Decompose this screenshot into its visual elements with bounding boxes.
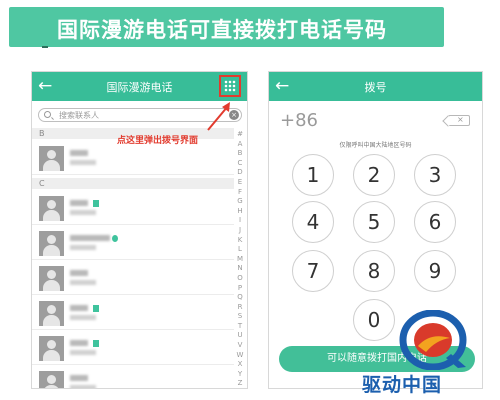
dial-key-8[interactable]: 8 xyxy=(353,250,395,292)
avatar xyxy=(39,146,64,171)
index-letter[interactable]: F xyxy=(235,188,245,198)
dial-key-7[interactable]: 7 xyxy=(292,250,334,292)
screenshot-stage: 国际漫游电话可直接拨打电话号码 ← 国际漫游电话 搜索联系人 × B 点这里弹出… xyxy=(0,0,500,400)
redacted-name xyxy=(70,150,88,156)
redacted-name xyxy=(70,375,88,381)
backspace-icon[interactable]: × xyxy=(448,115,470,126)
dial-key-1[interactable]: 1 xyxy=(292,154,334,196)
index-letter[interactable]: # xyxy=(235,130,245,140)
banner-tick xyxy=(42,46,48,48)
avatar xyxy=(39,336,64,361)
avatar xyxy=(39,231,64,256)
watermark-text: 驱动中国 xyxy=(362,374,443,396)
index-letter[interactable]: K xyxy=(235,236,245,246)
dial-key-2[interactable]: 2 xyxy=(353,154,395,196)
index-letter[interactable]: M xyxy=(235,255,245,265)
contact-row[interactable] xyxy=(32,296,234,330)
contacts-title: 国际漫游电话 xyxy=(106,81,173,94)
index-letter[interactable]: A xyxy=(235,140,245,150)
roaming-badge-icon xyxy=(93,200,99,207)
index-letter[interactable]: T xyxy=(235,322,245,332)
index-letter[interactable]: G xyxy=(235,197,245,207)
contact-row[interactable] xyxy=(32,191,234,225)
dial-key-0[interactable]: 0 xyxy=(353,299,395,341)
search-placeholder: 搜索联系人 xyxy=(59,111,99,120)
contact-row[interactable] xyxy=(32,261,234,295)
contacts-titlebar: ← 国际漫游电话 xyxy=(32,72,247,101)
contact-row[interactable] xyxy=(32,141,234,175)
index-letter[interactable]: X xyxy=(235,360,245,370)
index-letter[interactable]: S xyxy=(235,312,245,322)
redacted-number xyxy=(70,315,96,320)
index-letter[interactable]: L xyxy=(235,245,245,255)
contacts-screen: ← 国际漫游电话 搜索联系人 × B 点这里弹出拨号界面 C # A B C D… xyxy=(31,71,248,389)
avatar xyxy=(39,371,64,388)
dialer-titlebar: ← 拨号 xyxy=(269,72,482,101)
index-letter[interactable]: B xyxy=(235,149,245,159)
dialer-title: 拨号 xyxy=(364,81,387,94)
index-letter[interactable]: Z xyxy=(235,379,245,388)
roaming-badge-icon xyxy=(112,235,118,242)
index-letter[interactable]: J xyxy=(235,226,245,236)
avatar xyxy=(39,301,64,326)
index-letter[interactable]: R xyxy=(235,303,245,313)
dialer-hint: 仅限呼叫中国大陆地区号码 xyxy=(339,142,412,149)
contact-row[interactable] xyxy=(32,226,234,260)
redacted-number xyxy=(70,385,96,388)
index-letter[interactable]: H xyxy=(235,207,245,217)
index-letter[interactable]: W xyxy=(235,351,245,361)
index-letter[interactable]: Q xyxy=(235,293,245,303)
alphabet-index[interactable]: # A B C D E F G H I J K L M N O P Q R S T U V W X Y Z xyxy=(235,130,245,388)
avatar xyxy=(39,266,64,291)
search-icon xyxy=(44,111,51,118)
section-header-c: C xyxy=(32,178,234,189)
redacted-name xyxy=(70,305,88,311)
redacted-number xyxy=(70,280,96,285)
roaming-badge-icon xyxy=(93,305,99,312)
index-letter[interactable]: Y xyxy=(235,370,245,380)
country-prefix: +86 xyxy=(280,110,318,131)
index-letter[interactable]: C xyxy=(235,159,245,169)
contact-row[interactable] xyxy=(32,331,234,365)
dial-key-4[interactable]: 4 xyxy=(292,201,334,243)
redacted-name xyxy=(70,235,110,241)
dialpad-grid-button[interactable] xyxy=(219,75,241,97)
index-letter[interactable]: D xyxy=(235,168,245,178)
index-letter[interactable]: E xyxy=(235,178,245,188)
index-letter[interactable]: U xyxy=(235,331,245,341)
index-letter[interactable]: N xyxy=(235,264,245,274)
dialpad-grid-icon xyxy=(224,80,236,92)
redacted-name xyxy=(70,270,88,276)
index-letter[interactable]: P xyxy=(235,284,245,294)
dial-key-5[interactable]: 5 xyxy=(353,201,395,243)
contact-row[interactable] xyxy=(32,366,234,388)
redacted-number xyxy=(70,350,96,355)
avatar xyxy=(39,196,64,221)
redacted-number xyxy=(70,160,96,165)
dial-key-9[interactable]: 9 xyxy=(414,250,456,292)
index-letter[interactable]: I xyxy=(235,216,245,226)
watermark-logo-icon xyxy=(399,310,467,370)
redacted-name xyxy=(70,200,88,206)
roaming-badge-icon xyxy=(93,340,99,347)
dial-key-3[interactable]: 3 xyxy=(414,154,456,196)
redacted-name xyxy=(70,340,88,346)
headline-banner: 国际漫游电话可直接拨打电话号码 xyxy=(9,7,444,47)
headline-text: 国际漫游电话可直接拨打电话号码 xyxy=(57,18,387,42)
index-letter[interactable]: O xyxy=(235,274,245,284)
index-letter[interactable]: V xyxy=(235,341,245,351)
redacted-number xyxy=(70,210,96,215)
dial-key-6[interactable]: 6 xyxy=(414,201,456,243)
redacted-number xyxy=(70,245,96,250)
